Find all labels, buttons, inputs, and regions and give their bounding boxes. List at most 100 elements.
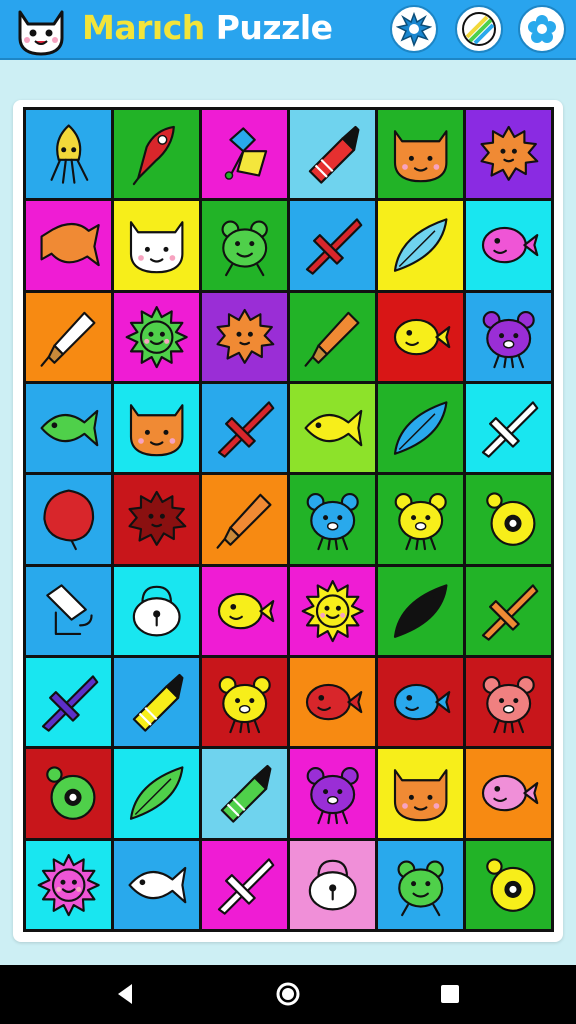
stripes-button[interactable]	[455, 5, 503, 53]
balloon-icon	[43, 489, 94, 551]
puzzle-tile[interactable]	[114, 384, 199, 473]
puzzle-tile[interactable]	[290, 475, 375, 564]
puzzle-tile[interactable]	[290, 384, 375, 473]
puzzle-tile[interactable]	[466, 840, 551, 929]
puzzle-tile[interactable]	[290, 201, 375, 290]
puzzle-tile[interactable]	[26, 658, 111, 747]
splash-button[interactable]	[390, 5, 438, 53]
plane-icon	[217, 401, 275, 458]
puzzle-tile[interactable]	[202, 292, 287, 381]
title-part-1: Marıch	[82, 8, 205, 47]
puzzle-tile[interactable]	[466, 292, 551, 381]
brush-icon	[304, 311, 360, 367]
puzzle-tile[interactable]	[378, 749, 463, 838]
puzzle-tile[interactable]	[114, 201, 199, 290]
puzzle-tile[interactable]	[290, 110, 375, 199]
puzzle-tile[interactable]	[202, 201, 287, 290]
puzzle-tile[interactable]	[466, 384, 551, 473]
back-triangle-icon	[118, 984, 132, 1004]
puzzle-tile[interactable]	[290, 840, 375, 929]
puzzle-tile[interactable]	[202, 384, 287, 473]
puzzle-tile[interactable]	[378, 384, 463, 473]
splash-icon	[396, 11, 432, 47]
puzzle-tile[interactable]	[202, 658, 287, 747]
puzzle-tile[interactable]	[114, 749, 199, 838]
fish-icon	[304, 409, 363, 447]
fish-icon	[128, 866, 187, 904]
lock-icon	[132, 585, 181, 637]
puzzle-tile[interactable]	[290, 658, 375, 747]
plane-icon	[41, 675, 99, 732]
puzzle-tile[interactable]	[466, 110, 551, 199]
puzzle-tile[interactable]	[114, 292, 199, 381]
spiky-fish-icon	[216, 308, 275, 364]
puzzle-tile[interactable]	[202, 110, 287, 199]
plane-icon	[217, 858, 275, 915]
puzzle-tile[interactable]	[202, 749, 287, 838]
sun-icon	[37, 853, 100, 916]
puzzle-tile[interactable]	[466, 201, 551, 290]
puzzle-tile[interactable]	[466, 658, 551, 747]
puzzle-tile[interactable]	[378, 840, 463, 929]
puzzle-tile[interactable]	[466, 566, 551, 655]
puzzle-tile[interactable]	[26, 566, 111, 655]
puzzle-tile[interactable]	[378, 566, 463, 655]
bear-icon	[394, 493, 447, 551]
puzzle-board-panel	[13, 100, 563, 942]
leaf-icon	[393, 218, 448, 273]
puzzle-tile[interactable]	[290, 292, 375, 381]
home-button[interactable]	[248, 965, 328, 1024]
squid-icon	[50, 124, 89, 184]
puzzle-tile[interactable]	[378, 475, 463, 564]
brush-icon	[216, 494, 272, 550]
leaf-icon	[129, 766, 184, 821]
crayon-icon	[132, 673, 184, 732]
flower-bunch-icon	[224, 127, 267, 180]
blowfish-icon	[217, 592, 275, 630]
sun-icon	[125, 305, 188, 368]
back-button[interactable]	[86, 965, 166, 1024]
candy-icon	[40, 223, 100, 267]
puzzle-tile[interactable]	[26, 475, 111, 564]
frog-icon	[221, 220, 268, 277]
flower-button[interactable]	[518, 5, 566, 53]
plane-icon	[481, 401, 539, 458]
puzzle-tile[interactable]	[114, 566, 199, 655]
puzzle-tile[interactable]	[26, 749, 111, 838]
bear-icon	[482, 310, 535, 368]
puzzle-tile[interactable]	[290, 566, 375, 655]
leaf-icon	[393, 584, 448, 638]
bear-icon	[218, 676, 271, 734]
puzzle-tile[interactable]	[378, 201, 463, 290]
cat-face-icon	[14, 4, 68, 56]
plane-icon	[481, 584, 539, 641]
puzzle-tile[interactable]	[378, 110, 463, 199]
recents-button[interactable]	[410, 965, 490, 1024]
puzzle-tile[interactable]	[26, 292, 111, 381]
puzzle-tile[interactable]	[202, 475, 287, 564]
puzzle-tile[interactable]	[466, 475, 551, 564]
puzzle-tile[interactable]	[26, 201, 111, 290]
puzzle-tile[interactable]	[290, 749, 375, 838]
puzzle-tile[interactable]	[378, 658, 463, 747]
puzzle-tile[interactable]	[202, 566, 287, 655]
puzzle-tile[interactable]	[114, 840, 199, 929]
puzzle-tile[interactable]	[26, 110, 111, 199]
bear-icon	[482, 676, 535, 734]
puzzle-tile[interactable]	[114, 110, 199, 199]
rocket-icon	[132, 125, 175, 186]
donut-icon	[486, 492, 536, 547]
puzzle-tile[interactable]	[378, 292, 463, 381]
puzzle-tile[interactable]	[26, 840, 111, 929]
android-nav-bar	[0, 965, 576, 1024]
blowfish-icon	[305, 683, 363, 721]
puzzle-tile[interactable]	[466, 749, 551, 838]
blowfish-icon	[481, 227, 539, 264]
puzzle-tile[interactable]	[114, 475, 199, 564]
home-circle-icon	[276, 982, 300, 1006]
cat-face-icon	[129, 221, 184, 274]
puzzle-tile[interactable]	[114, 658, 199, 747]
brush-icon	[40, 311, 96, 367]
puzzle-tile[interactable]	[202, 840, 287, 929]
puzzle-tile[interactable]	[26, 384, 111, 473]
